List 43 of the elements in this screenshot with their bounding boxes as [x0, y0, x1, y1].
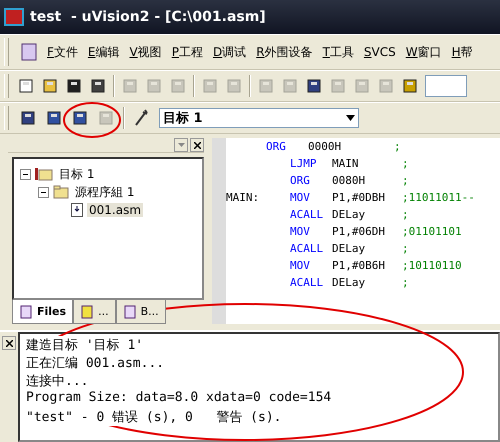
tree-item[interactable]: 目标 1 — [57, 166, 96, 182]
code-line: MOV P1,#06DH ;01101101 — [289, 225, 463, 240]
menu-item[interactable]: SVCS — [364, 45, 396, 59]
target-select[interactable]: 目标 1 — [159, 108, 359, 128]
annotation-ellipse — [63, 102, 121, 138]
code-line: ACALL DELay ; — [289, 242, 410, 257]
close-button[interactable] — [190, 138, 204, 152]
code-line: ACALL DELay ; — [289, 276, 410, 291]
caret-icon — [178, 142, 184, 148]
code-line: ACALL DELay ; — [289, 208, 410, 223]
folder-icon — [53, 185, 69, 199]
code-line: MAIN: MOV P1,#0DBH ;11011011-- — [226, 191, 476, 206]
close-icon — [6, 340, 12, 346]
menu-item[interactable]: P工程 — [172, 44, 203, 60]
tree-item[interactable]: 001.asm — [87, 203, 144, 217]
panel-tab[interactable]: B... — [116, 300, 166, 324]
collapse-icon[interactable] — [38, 186, 49, 198]
code-line: ORG 0000H ; — [265, 140, 402, 155]
code-line: ORG 0080H ; — [289, 174, 410, 189]
menu-item[interactable]: D调试 — [212, 44, 246, 60]
window-title: test - uVision2 - [C:\001.asm] — [30, 9, 266, 25]
code-line: MOV P1,#0B6H ;10110110 — [289, 259, 463, 274]
menu-item[interactable]: V视图 — [130, 44, 162, 60]
code-editor[interactable]: ORG 0000H ; LJMP MAIN ; ORG 0080H ; MAIN: MOV P1,#0DBH ;11011011-- ACALL DELay ; MOV P1,#06DH ;01101101 ACALL DELay ; MOV P1,#0B6H ;10110110 ACALL DELay ; — [212, 138, 500, 324]
menu-item[interactable]: H帮 — [452, 44, 473, 60]
close-button[interactable] — [2, 336, 16, 350]
target-folder-icon — [35, 167, 53, 181]
tree-item[interactable]: 源程序組 1 — [73, 184, 136, 200]
close-icon — [194, 142, 200, 148]
dropdown-arrow-icon — [346, 115, 355, 121]
app-logo-icon — [4, 7, 24, 27]
menu-item[interactable]: F文件 — [47, 44, 78, 60]
collapse-icon[interactable] — [20, 168, 31, 180]
document-icon — [21, 43, 37, 61]
file-icon — [71, 203, 83, 217]
panel-tab[interactable]: Files — [12, 300, 74, 324]
panel-tab[interactable]: ... — [73, 300, 116, 324]
code-line: LJMP MAIN ; — [289, 157, 410, 172]
menu-item[interactable]: R外围设备 — [256, 44, 313, 60]
find-field[interactable] — [425, 75, 467, 97]
menu-item[interactable]: W窗口 — [406, 44, 442, 60]
menu-item[interactable]: T工具 — [322, 44, 354, 60]
menu-item[interactable]: E编辑 — [88, 44, 120, 60]
